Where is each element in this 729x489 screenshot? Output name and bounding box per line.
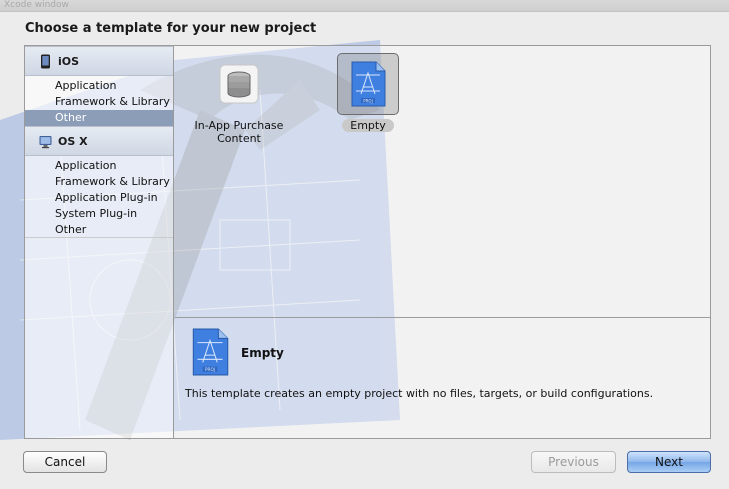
mac-icon (39, 135, 52, 148)
template-label-line1: Empty (342, 119, 394, 132)
template-grid: In-App Purchase Content PROJ Empty (175, 46, 710, 317)
template-label-line1: In-App Purchase (194, 119, 284, 132)
sidebar-divider (25, 237, 173, 238)
template-label-line2: Content (217, 132, 261, 145)
template-icon-frame (208, 53, 270, 115)
sidebar-item-ios-other[interactable]: Other (25, 110, 173, 126)
template-chooser-panel: iOS Application Framework & Library Othe… (24, 45, 711, 439)
sidebar-item-osx-system-plugin[interactable]: System Plug-in (25, 206, 173, 222)
sidebar-group-label: iOS (58, 54, 80, 68)
template-detail-name: Empty (241, 346, 284, 360)
page-title: Choose a template for your new project (25, 21, 317, 36)
next-button[interactable]: Next (627, 451, 711, 473)
sidebar-item-osx-application-plugin[interactable]: Application Plug-in (25, 190, 173, 206)
previous-button[interactable]: Previous (531, 451, 616, 473)
svg-text:PROJ: PROJ (363, 98, 373, 103)
window-title-strip: Xcode window (0, 0, 729, 12)
cancel-button[interactable]: Cancel (23, 451, 107, 473)
template-detail-description: This template creates an empty project w… (185, 387, 654, 400)
database-icon (219, 64, 259, 104)
sidebar-group-label: OS X (58, 134, 88, 148)
svg-text:PROJ: PROJ (205, 367, 215, 372)
xcode-project-icon: PROJ (192, 328, 229, 376)
template-detail-pane: PROJ Empty This template creates an empt… (175, 318, 710, 438)
template-tile-in-app-purchase[interactable]: In-App Purchase Content (187, 53, 291, 145)
sidebar-group-osx[interactable]: OS X (25, 126, 173, 156)
sidebar-group-ios[interactable]: iOS (25, 46, 173, 76)
window-title-ghost: Xcode window (4, 0, 69, 10)
template-tile-empty[interactable]: PROJ Empty (337, 53, 399, 132)
xcode-project-icon: PROJ (351, 61, 386, 107)
iphone-icon (41, 54, 50, 68)
template-label: Empty (337, 119, 399, 132)
sidebar-item-osx-framework-library[interactable]: Framework & Library (25, 174, 173, 190)
template-label: In-App Purchase Content (187, 119, 291, 145)
template-icon-frame: PROJ (337, 53, 399, 115)
sidebar-item-ios-framework-library[interactable]: Framework & Library (25, 94, 173, 110)
sidebar-item-osx-application[interactable]: Application (25, 158, 173, 174)
sidebar-item-ios-application[interactable]: Application (25, 78, 173, 94)
template-category-sidebar: iOS Application Framework & Library Othe… (25, 46, 174, 438)
sidebar-item-osx-other[interactable]: Other (25, 222, 173, 238)
